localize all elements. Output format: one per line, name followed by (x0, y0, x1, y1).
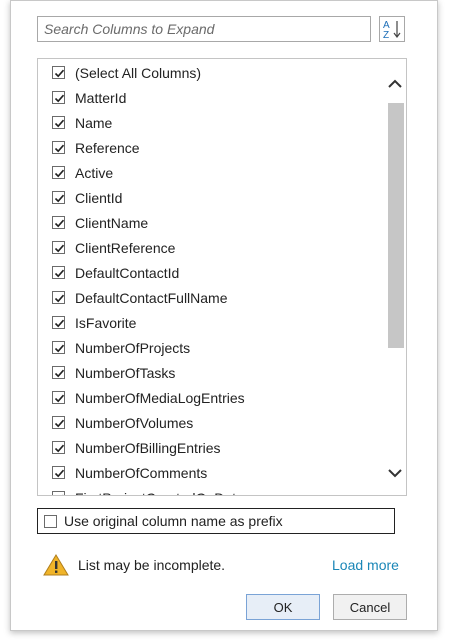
column-list-item[interactable]: DefaultContactFullName (38, 285, 378, 310)
column-label: Reference (75, 139, 140, 156)
column-checkbox[interactable] (52, 141, 65, 154)
column-checkbox[interactable] (52, 66, 65, 79)
column-list-item[interactable]: NumberOfComments (38, 460, 378, 485)
column-list-item[interactable]: Name (38, 110, 378, 135)
column-list-item[interactable]: NumberOfBillingEntries (38, 435, 378, 460)
column-list-item[interactable]: IsFavorite (38, 310, 378, 335)
column-label: MatterId (75, 89, 127, 106)
checkmark-icon (54, 394, 65, 403)
column-label: FirstProjectCreatedOnDate (75, 490, 244, 496)
column-list-item[interactable]: ClientReference (38, 235, 378, 260)
column-checkbox[interactable] (52, 166, 65, 179)
checkmark-icon (54, 69, 65, 78)
column-label: NumberOfComments (75, 464, 208, 481)
column-checkbox[interactable] (52, 441, 65, 454)
column-checkbox[interactable] (52, 466, 65, 479)
column-checkbox[interactable] (52, 191, 65, 204)
checkmark-icon (54, 119, 65, 128)
column-list-item[interactable]: DefaultContactId (38, 260, 378, 285)
column-label: Name (75, 114, 113, 131)
column-checkbox[interactable] (52, 416, 65, 429)
column-list-item[interactable]: Active (38, 160, 378, 185)
column-list-item[interactable]: MatterId (38, 85, 378, 110)
column-label: NumberOfVolumes (75, 414, 194, 431)
warning-icon (43, 554, 69, 576)
column-list-item[interactable]: NumberOfTasks (38, 360, 378, 385)
column-label: ClientName (75, 214, 149, 231)
scroll-down-icon[interactable] (386, 464, 404, 482)
column-list-item[interactable]: FirstProjectCreatedOnDate (38, 485, 378, 496)
checkmark-icon (54, 369, 65, 378)
checkmark-icon (54, 144, 65, 153)
column-label: NumberOfBillingEntries (75, 439, 221, 456)
column-checkbox[interactable] (52, 216, 65, 229)
checkmark-icon (62, 494, 64, 495)
use-prefix-option[interactable]: Use original column name as prefix (37, 508, 395, 534)
checkmark-icon (54, 319, 65, 328)
scroll-thumb[interactable] (388, 103, 404, 348)
checkmark-icon (54, 94, 65, 103)
column-checkbox[interactable] (52, 366, 65, 379)
checkmark-icon (54, 444, 65, 453)
ok-button[interactable]: OK (246, 594, 320, 620)
column-label: ClientId (75, 189, 123, 206)
column-list-item[interactable]: NumberOfVolumes (38, 410, 378, 435)
checkmark-icon (54, 169, 65, 178)
prefix-checkbox[interactable] (44, 515, 57, 528)
column-label: IsFavorite (75, 314, 137, 331)
checkmark-icon (54, 419, 65, 428)
warning-text: List may be incomplete. (78, 557, 226, 573)
column-checkbox[interactable] (52, 116, 65, 129)
column-list-item[interactable]: Reference (38, 135, 378, 160)
column-label: ClientReference (75, 239, 176, 256)
column-label: DefaultContactId (75, 264, 180, 281)
checkmark-icon (54, 269, 65, 278)
column-list-item[interactable]: ClientId (38, 185, 378, 210)
column-checkbox[interactable] (52, 341, 65, 354)
column-checkbox[interactable] (52, 266, 65, 279)
load-more-link[interactable]: Load more (332, 557, 399, 573)
column-list-item[interactable]: (Select All Columns) (38, 60, 378, 85)
checkmark-icon (54, 219, 65, 228)
column-list-item[interactable]: NumberOfMediaLogEntries (38, 385, 378, 410)
checkmark-icon (54, 244, 65, 253)
column-checkbox[interactable] (52, 491, 65, 495)
column-checkbox[interactable] (52, 91, 65, 104)
list-scrollbar[interactable] (386, 71, 404, 491)
checkmark-icon (54, 344, 65, 353)
cancel-button[interactable]: Cancel (333, 594, 407, 620)
column-checkbox[interactable] (52, 241, 65, 254)
column-label: (Select All Columns) (75, 64, 202, 81)
column-label: NumberOfMediaLogEntries (75, 389, 245, 406)
scroll-up-icon[interactable] (386, 75, 404, 93)
search-input[interactable] (37, 16, 371, 42)
svg-text:Z: Z (383, 30, 389, 41)
column-label: NumberOfProjects (75, 339, 191, 356)
checkmark-icon (54, 469, 65, 478)
column-label: Active (75, 164, 114, 181)
column-checkbox[interactable] (52, 291, 65, 304)
sort-az-button[interactable]: A Z (379, 16, 405, 42)
column-list[interactable]: (Select All Columns) MatterId Name Referenc… (37, 58, 407, 496)
column-list-item[interactable]: ClientName (38, 210, 378, 235)
checkmark-icon (54, 194, 65, 203)
column-label: DefaultContactFullName (75, 289, 228, 306)
checkmark-icon (54, 294, 65, 303)
prefix-label: Use original column name as prefix (64, 513, 283, 529)
sort-az-icon: A Z (383, 20, 401, 41)
column-list-item[interactable]: NumberOfProjects (38, 335, 378, 360)
column-checkbox[interactable] (52, 391, 65, 404)
column-label: NumberOfTasks (75, 364, 176, 381)
column-checkbox[interactable] (52, 316, 65, 329)
